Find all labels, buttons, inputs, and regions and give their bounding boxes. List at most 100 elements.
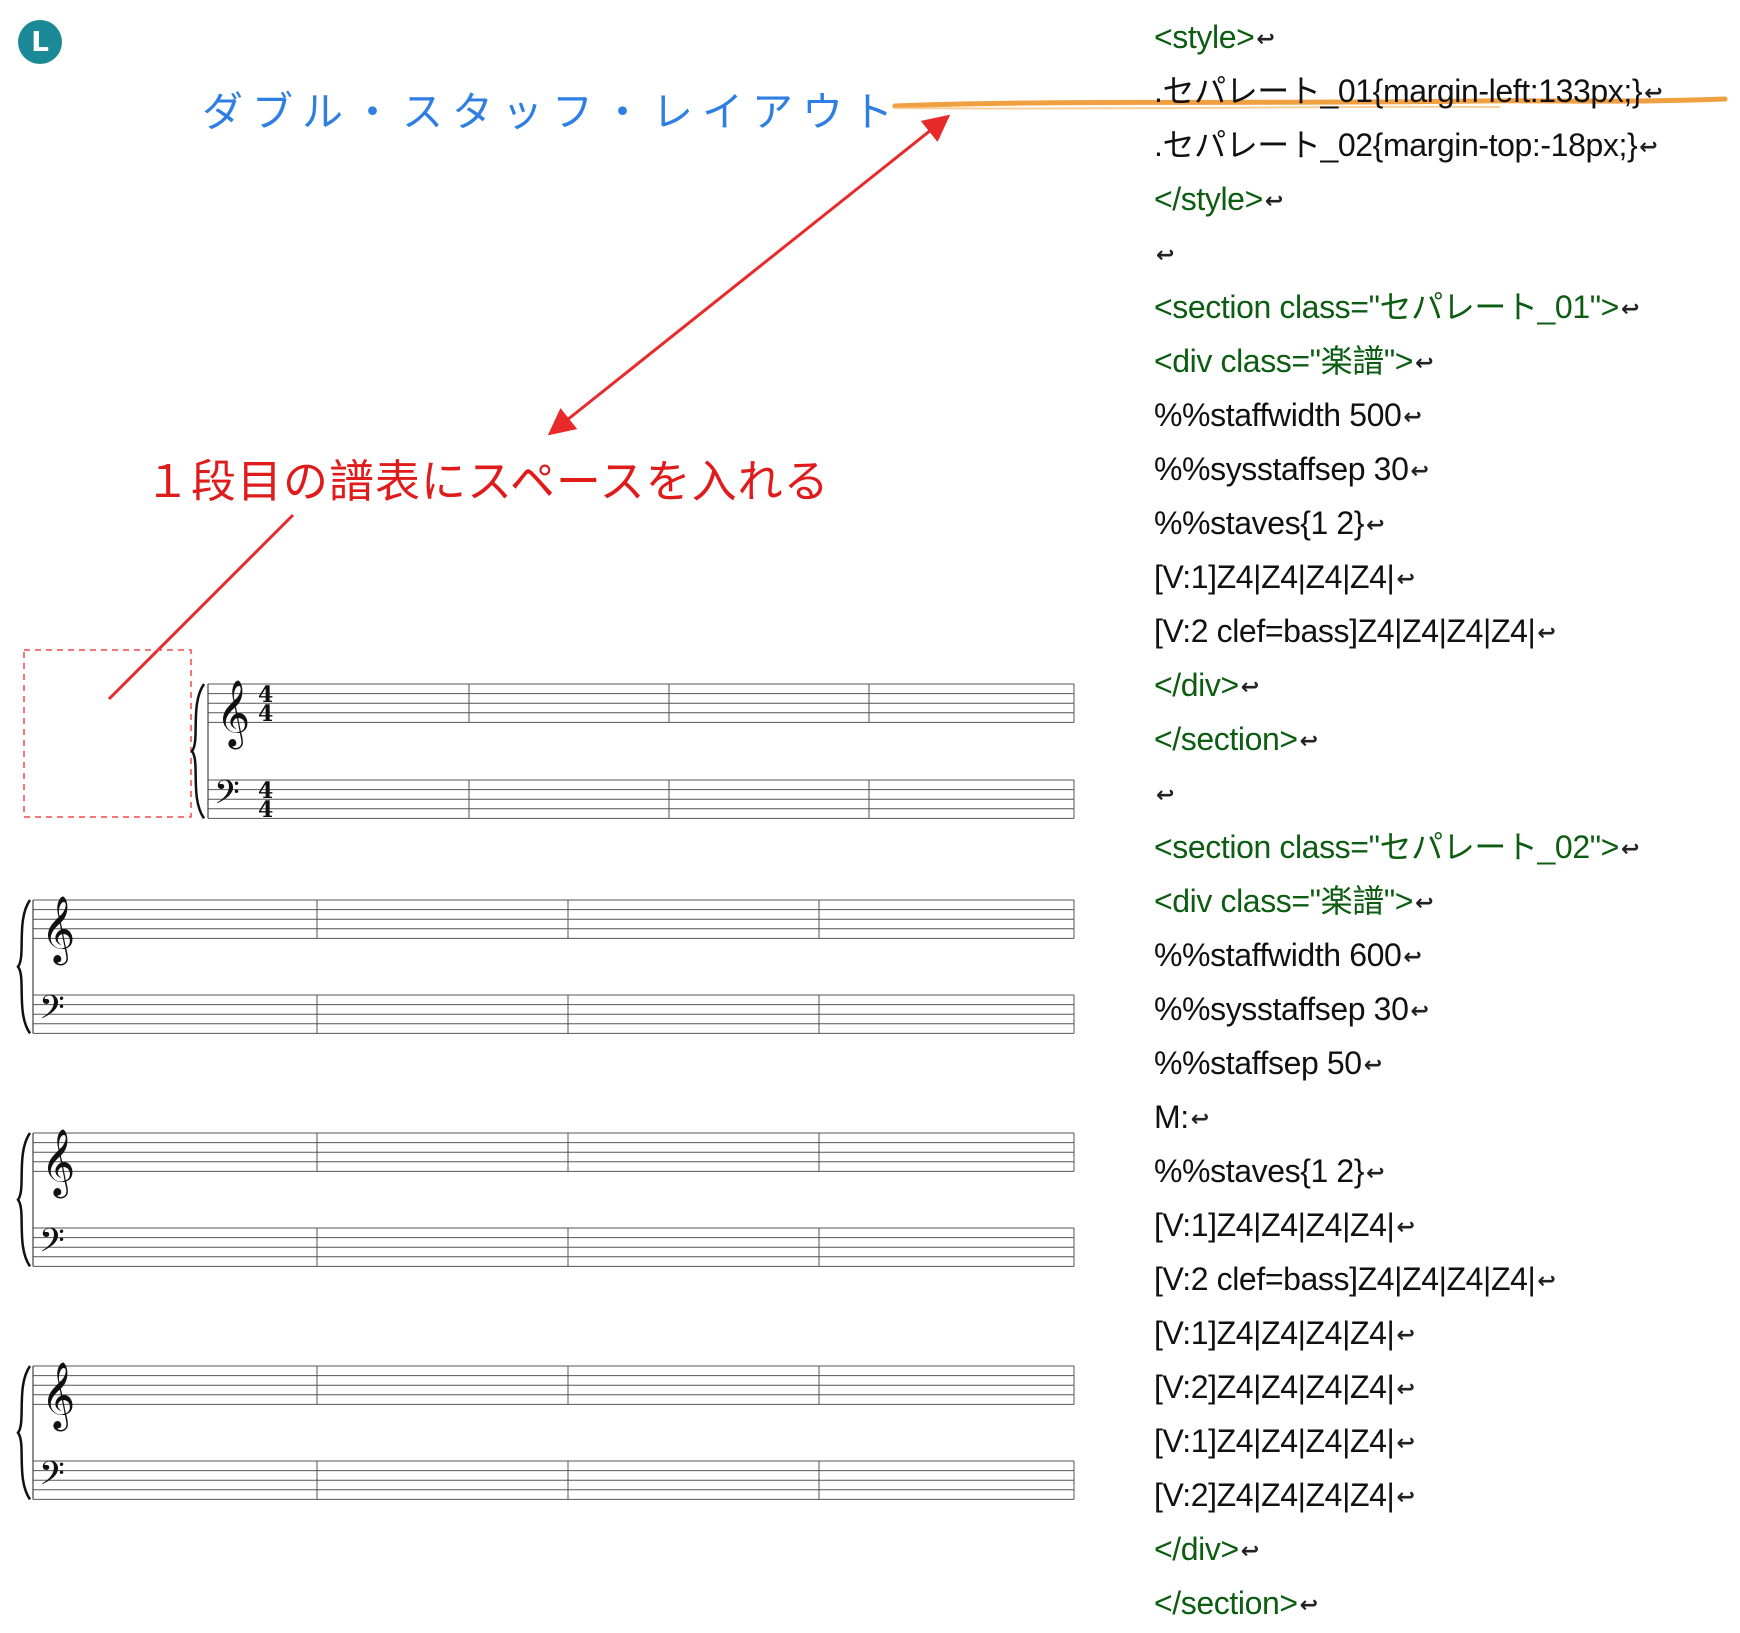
code-line-text: <div class="楽譜"> xyxy=(1154,343,1414,379)
return-mark-icon: ↩ xyxy=(1156,242,1175,268)
score: 𝄞 44𝄢 44𝄞𝄢𝄞𝄢𝄞𝄢 xyxy=(16,678,1075,1501)
code-line-text: [V:2 clef=bass]Z4|Z4|Z4|Z4| xyxy=(1154,613,1536,649)
return-mark-icon: ↩ xyxy=(1396,1322,1415,1348)
return-mark-icon: ↩ xyxy=(1620,296,1640,322)
code-line-text: .セパレート_02{margin-top:-18px;} xyxy=(1154,127,1638,163)
brace-icon xyxy=(190,683,206,820)
code-line-text: %%staves{1 2} xyxy=(1154,505,1365,541)
return-mark-icon: ↩ xyxy=(1410,458,1429,484)
code-line: %%staffwidth 500↩ xyxy=(1154,388,1662,442)
return-mark-icon: ↩ xyxy=(1366,1160,1385,1186)
return-mark-icon: ↩ xyxy=(1537,1268,1556,1294)
code-line: M:↩ xyxy=(1154,1090,1662,1144)
code-line: %%staffsep 50↩ xyxy=(1154,1036,1662,1090)
code-line: </section>↩ xyxy=(1154,712,1662,766)
return-mark-icon: ↩ xyxy=(1366,512,1385,538)
code-line: <div class="楽譜">↩ xyxy=(1154,874,1662,928)
bass-clef-icon: 𝄢 xyxy=(39,1455,65,1501)
code-line: %%staves{1 2}↩ xyxy=(1154,496,1662,550)
time-signature-denominator: 4 xyxy=(258,797,273,823)
time-signature-denominator: 4 xyxy=(258,701,273,727)
code-line: [V:2 clef=bass]Z4|Z4|Z4|Z4|↩ xyxy=(1154,1252,1662,1306)
return-mark-icon: ↩ xyxy=(1403,944,1422,970)
code-line-text: [V:2]Z4|Z4|Z4|Z4| xyxy=(1154,1369,1395,1405)
code-line-text: [V:1]Z4|Z4|Z4|Z4| xyxy=(1154,1423,1395,1459)
code-line: </div>↩ xyxy=(1154,1522,1662,1576)
treble-clef-icon: 𝄞 xyxy=(41,1360,75,1431)
return-mark-icon: ↩ xyxy=(1363,1052,1382,1078)
brace-icon xyxy=(16,1365,32,1501)
code-line: .セパレート_02{margin-top:-18px;}↩ xyxy=(1154,118,1662,172)
code-line-text: </section> xyxy=(1154,1585,1298,1621)
code-line: <div class="楽譜">↩ xyxy=(1154,334,1662,388)
code-line: [V:2]Z4|Z4|Z4|Z4|↩ xyxy=(1154,1468,1662,1522)
brace-icon xyxy=(16,1132,32,1268)
code-line: [V:2 clef=bass]Z4|Z4|Z4|Z4|↩ xyxy=(1154,604,1662,658)
code-line-text: %%staves{1 2} xyxy=(1154,1153,1365,1189)
code-line-text: </div> xyxy=(1154,667,1239,703)
return-mark-icon: ↩ xyxy=(1644,80,1663,106)
return-mark-icon: ↩ xyxy=(1240,674,1259,700)
code-line: </div>↩ xyxy=(1154,658,1662,712)
code-line-text: </section> xyxy=(1154,721,1298,757)
return-mark-icon: ↩ xyxy=(1299,1592,1318,1618)
code-line-text: [V:1]Z4|Z4|Z4|Z4| xyxy=(1154,559,1395,595)
code-line-text: M: xyxy=(1154,1099,1189,1135)
code-line-text: %%staffwidth 500 xyxy=(1154,397,1402,433)
return-mark-icon: ↩ xyxy=(1415,350,1434,376)
code-line: .セパレート_01{margin-left:133px;}↩ xyxy=(1154,64,1663,118)
code-line-text: [V:2 clef=bass]Z4|Z4|Z4|Z4| xyxy=(1154,1261,1536,1297)
bass-clef-icon: 𝄢 xyxy=(39,1222,65,1268)
brace-icon xyxy=(16,899,32,1035)
return-mark-icon: ↩ xyxy=(1396,1376,1415,1402)
treble-clef-icon: 𝄞 xyxy=(41,1127,75,1198)
return-mark-icon: ↩ xyxy=(1639,134,1658,160)
code-line: %%staves{1 2}↩ xyxy=(1154,1144,1662,1198)
code-listing: <style>↩ .セパレート_01{margin-left:133px;}↩ .セ… xyxy=(1154,10,1663,1630)
return-mark-icon: ↩ xyxy=(1396,566,1415,592)
return-mark-icon: ↩ xyxy=(1620,836,1640,862)
return-mark-icon: ↩ xyxy=(1264,188,1283,214)
code-line: <section class="セパレート_02">↩ xyxy=(1154,820,1662,874)
return-mark-icon: ↩ xyxy=(1403,404,1422,430)
return-mark-icon: ↩ xyxy=(1190,1106,1209,1132)
code-line-text: %%staffwidth 600 xyxy=(1154,937,1402,973)
code-line-blank: ↩ xyxy=(1154,766,1662,820)
code-line-text: <style> xyxy=(1154,19,1255,55)
code-line: </style>↩ xyxy=(1154,172,1662,226)
code-line-text: %%sysstaffsep 30 xyxy=(1154,991,1409,1027)
code-line-text: </div> xyxy=(1154,1531,1239,1567)
code-line: [V:1]Z4|Z4|Z4|Z4|↩ xyxy=(1154,1306,1662,1360)
return-mark-icon: ↩ xyxy=(1299,728,1318,754)
code-line: %%sysstaffsep 30↩ xyxy=(1154,442,1662,496)
code-line: [V:1]Z4|Z4|Z4|Z4|↩ xyxy=(1154,1198,1662,1252)
code-line: <section class="セパレート_01">↩ xyxy=(1154,280,1662,334)
return-mark-icon: ↩ xyxy=(1410,998,1429,1024)
code-line: %%staffwidth 600↩ xyxy=(1154,928,1662,982)
treble-clef-icon: 𝄞 xyxy=(216,678,250,749)
code-line: <style>↩ xyxy=(1154,10,1662,64)
code-line-text: [V:1]Z4|Z4|Z4|Z4| xyxy=(1154,1315,1395,1351)
return-mark-icon: ↩ xyxy=(1415,890,1434,916)
code-line-text: .セパレート_01{margin-left:133px;} xyxy=(1154,73,1643,109)
code-line-text: [V:1]Z4|Z4|Z4|Z4| xyxy=(1154,1207,1395,1243)
code-line: </section>↩ xyxy=(1154,1576,1662,1630)
code-line-text: [V:2]Z4|Z4|Z4|Z4| xyxy=(1154,1477,1395,1513)
code-line-text: %%staffsep 50 xyxy=(1154,1045,1362,1081)
bass-clef-icon: 𝄢 xyxy=(39,989,65,1035)
treble-clef-icon: 𝄞 xyxy=(41,894,75,965)
code-line: %%sysstaffsep 30↩ xyxy=(1154,982,1662,1036)
code-line: [V:1]Z4|Z4|Z4|Z4|↩ xyxy=(1154,1414,1662,1468)
bass-clef-icon: 𝄢 xyxy=(214,774,240,820)
return-mark-icon: ↩ xyxy=(1396,1484,1415,1510)
code-line-text: <section class="セパレート_02"> xyxy=(1154,829,1619,865)
return-mark-icon: ↩ xyxy=(1537,620,1556,646)
return-mark-icon: ↩ xyxy=(1240,1538,1259,1564)
return-mark-icon: ↩ xyxy=(1256,26,1275,52)
code-line-text: <section class="セパレート_01"> xyxy=(1154,289,1619,325)
code-line: [V:1]Z4|Z4|Z4|Z4|↩ xyxy=(1154,550,1662,604)
return-mark-icon: ↩ xyxy=(1156,782,1175,808)
code-line-text: </style> xyxy=(1154,181,1263,217)
code-line-text: %%sysstaffsep 30 xyxy=(1154,451,1409,487)
code-line-text: <div class="楽譜"> xyxy=(1154,883,1414,919)
